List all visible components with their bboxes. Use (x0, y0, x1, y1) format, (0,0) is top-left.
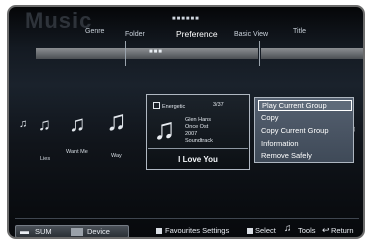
device-icon (71, 228, 83, 236)
song-label-want-me: Want Me (66, 149, 88, 155)
song-label-lies: Lies (40, 156, 51, 162)
select-button[interactable]: Select (255, 226, 276, 235)
genre-scroll-bar-right[interactable] (261, 48, 363, 59)
page-frame: Music ■■■■■■ Genre Folder Preference Bas… (0, 0, 371, 246)
bar-divider-right (259, 41, 260, 66)
genre-scroll-bar-left[interactable] (36, 48, 258, 59)
music-card-icon: ♫ (153, 113, 176, 146)
song-details: Glen Hans Once Ost 2007 Soundtrack (185, 117, 213, 145)
song-count: 3/37 (213, 102, 224, 108)
remote-sum-icon: ▬ (20, 226, 29, 236)
song-year: 2007 (185, 131, 198, 137)
device-label: Device (87, 227, 110, 236)
tools-context-menu: Play Current Group Copy Copy Current Gro… (254, 97, 354, 163)
music-screen: Music ■■■■■■ Genre Folder Preference Bas… (7, 5, 365, 239)
favourites-button-icon (156, 228, 162, 234)
tools-icon: ♫ (284, 223, 292, 234)
sum-label: SUM (35, 227, 52, 236)
energetic-checkbox[interactable]: Energetic (153, 102, 185, 110)
card-divider (148, 148, 248, 149)
checkbox-label: Energetic (162, 104, 186, 110)
menu-item-copy-current-group[interactable]: Copy Current Group (258, 125, 352, 136)
bar-divider-left (125, 41, 126, 66)
menu-item-copy[interactable]: Copy (258, 112, 352, 123)
return-icon: ↩ (322, 225, 330, 235)
tab-basic-view[interactable]: Basic View (234, 31, 268, 38)
music-note-icon[interactable]: ♫ (38, 115, 51, 135)
bottom-separator (15, 218, 359, 219)
song-title: I Love You (178, 155, 218, 164)
tools-button[interactable]: Tools (298, 226, 316, 235)
tab-preference[interactable]: Preference (176, 29, 218, 39)
scroll-bar-dots: ■■■ (149, 49, 163, 55)
tab-title[interactable]: Title (293, 28, 306, 35)
song-genre: Soundtrack (185, 138, 213, 144)
checkbox-icon (153, 102, 160, 109)
song-label-way: Way (111, 153, 122, 159)
tab-folder[interactable]: Folder (125, 31, 145, 38)
menu-item-remove-safely[interactable]: Remove Safely (258, 150, 352, 161)
song-album: Once Ost (185, 124, 209, 130)
nav-dots: ■■■■■■ (172, 16, 200, 22)
music-watermark: Music (25, 8, 93, 33)
tab-genre[interactable]: Genre (85, 28, 104, 35)
return-button[interactable]: Return (331, 226, 354, 235)
music-note-icon[interactable]: ♫ (106, 105, 127, 137)
selected-song-card[interactable]: Energetic 3/37 ♫ Glen Hans Once Ost 2007… (146, 94, 250, 170)
music-note-icon[interactable]: ♫ (69, 111, 86, 137)
favourites-settings-button[interactable]: Favourites Settings (165, 226, 229, 235)
song-artist: Glen Hans (185, 117, 211, 123)
music-note-icon[interactable]: ♫ (19, 118, 27, 130)
menu-item-play-current-group[interactable]: Play Current Group (258, 100, 352, 111)
select-button-icon (247, 228, 253, 234)
menu-item-information[interactable]: Information (258, 138, 352, 149)
